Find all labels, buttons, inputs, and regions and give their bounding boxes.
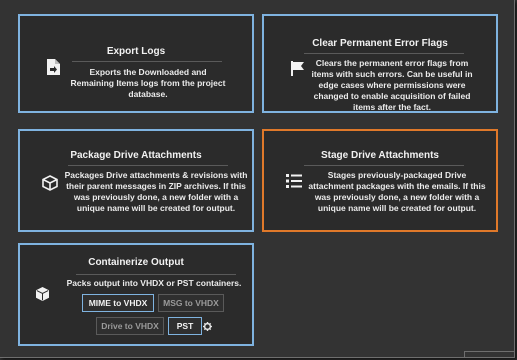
clear-error-flags-card[interactable]: Clear Permanent Error Flags Clears the p… [262,14,498,113]
stage-drive-attachments-description: Stages previously-packaged Drive attachm… [308,170,486,213]
package-drive-attachments-divider [68,165,228,166]
stage-drive-attachments-divider [304,165,464,166]
pst-button[interactable]: PST [168,317,202,335]
list-icon [286,174,302,193]
export-logs-description: Exports the Downloaded and Remaining Ite… [70,67,226,99]
containerize-output-description: Packs output into VHDX or PST containers… [66,278,242,288]
cube-icon [36,287,49,306]
package-icon [42,175,58,196]
containerize-output-title: Containerize Output [88,257,184,268]
package-drive-attachments-title: Package Drive Attachments [70,150,202,161]
stage-drive-attachments-title: Stage Drive Attachments [321,150,439,161]
containerize-output-card: Containerize Output Packs output into VH… [18,243,254,346]
flag-icon [291,61,305,81]
clear-error-flags-divider [304,53,464,54]
mime-to-vhdx-button[interactable]: MIME to VHDX [82,294,154,312]
stage-drive-attachments-card[interactable]: Stage Drive Attachments Stages previousl… [262,129,498,232]
clear-error-flags-description: Clears the permanent error flags from it… [311,58,473,112]
package-drive-attachments-card[interactable]: Package Drive Attachments Packages Drive… [18,129,254,232]
msg-to-vhdx-button[interactable]: MSG to VHDX [158,294,224,312]
export-logs-card[interactable]: Export Logs Exports the Downloaded and R… [18,14,254,113]
tools-panel: Export Logs Exports the Downloaded and R… [0,0,515,358]
file-export-icon [46,59,60,80]
package-drive-attachments-description: Packages Drive attachments & revisions w… [64,170,248,213]
partial-button-edge [464,351,514,357]
drive-to-vhdx-button[interactable]: Drive to VHDX [96,317,164,335]
clear-error-flags-title: Clear Permanent Error Flags [312,38,448,49]
gear-icon[interactable] [203,318,212,336]
export-logs-title: Export Logs [106,46,166,57]
containerize-output-divider [76,274,236,275]
export-logs-divider [72,61,222,62]
